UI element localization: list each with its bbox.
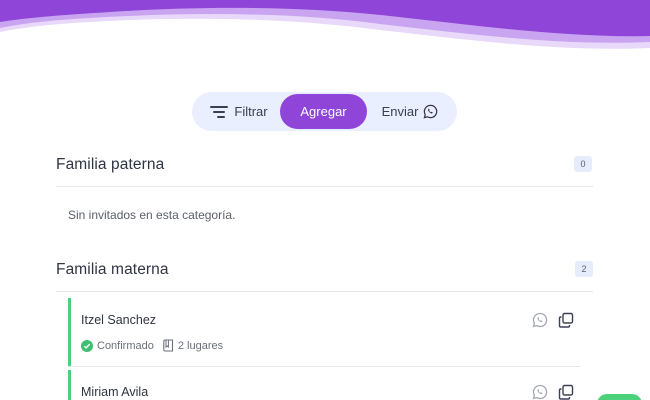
whatsapp-icon[interactable] xyxy=(532,312,548,328)
copy-icon[interactable] xyxy=(558,384,574,400)
count-badge-paterna: 0 xyxy=(574,156,592,172)
status-bar xyxy=(68,370,71,400)
header-wave xyxy=(0,0,650,49)
filter-label: Filtrar xyxy=(234,104,268,119)
copy-icon[interactable] xyxy=(558,312,574,328)
section-title-paterna: Familia paterna xyxy=(56,156,165,173)
whatsapp-icon xyxy=(423,104,438,119)
book-icon xyxy=(163,339,173,352)
count-badge-materna: 2 xyxy=(575,261,593,277)
filter-lines-icon xyxy=(210,105,229,118)
section-title-materna: Familia materna xyxy=(56,261,169,278)
add-button[interactable]: Agregar xyxy=(280,94,367,129)
action-toolbar: Filtrar Agregar Enviar xyxy=(192,92,457,131)
section-divider xyxy=(56,291,593,292)
card-actions xyxy=(532,384,574,400)
card-divider xyxy=(68,366,580,367)
check-circle-icon xyxy=(81,339,93,352)
status-bar xyxy=(68,298,71,366)
add-label: Agregar xyxy=(300,104,347,119)
guest-name: Itzel Sanchez xyxy=(81,313,157,327)
whatsapp-icon[interactable] xyxy=(532,384,548,400)
filter-button[interactable]: Filtrar xyxy=(192,94,280,129)
send-label: Enviar xyxy=(381,104,419,119)
guest-meta: Confirmado 2 lugares xyxy=(81,339,223,352)
guest-name: Miriam Avila xyxy=(81,385,149,399)
seats-text: 2 lugares xyxy=(177,339,224,352)
send-button[interactable]: Enviar xyxy=(367,94,453,129)
guest-card[interactable]: Itzel Sanchez Confirmado 2 lugares xyxy=(68,298,580,367)
empty-category-message: Sin invitados en esta categoría. xyxy=(68,208,236,222)
section-divider xyxy=(56,186,593,187)
card-actions xyxy=(532,312,574,328)
status-text: Confirmado xyxy=(97,339,154,352)
floating-action-button[interactable] xyxy=(597,394,642,400)
guest-card[interactable]: Miriam Avila xyxy=(68,370,580,400)
